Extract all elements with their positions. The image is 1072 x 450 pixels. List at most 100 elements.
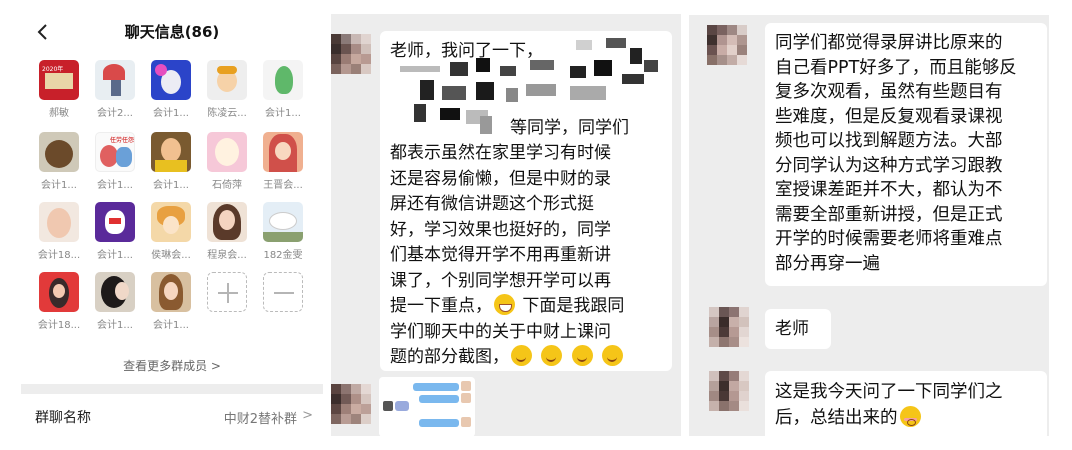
member-item[interactable]: 会计1... [31,132,87,192]
header-bar: 聊天信息(86) [21,12,323,52]
avatar-caption: 2020年 [42,66,64,73]
message-line-with-emoji: 题的部分截图， [390,345,662,371]
message-line: 开学的时候需要老师将重难点 [775,229,1003,249]
member-item[interactable]: 会计18... [31,272,87,332]
member-item[interactable]: 2020年 郝敏 [31,60,87,120]
member-item[interactable]: 182金雯 [255,202,311,262]
screenshot-collage: 聊天信息(86) 2020年 郝敏 会计2... 会计1... 陈凌云... 会… [0,0,1072,450]
message-line: 屏还有微信讲题这个形式挺 [390,194,594,214]
message-line: 些难度，但是反复观看录课视 [775,106,1003,127]
avatar [39,202,79,242]
member-item[interactable]: 程泉会... [199,202,255,262]
avatar: 2020年 [39,60,79,100]
blurred-avatar [707,25,747,65]
screenshot-image-thumbnail[interactable] [379,377,475,436]
group-name-label: 群聊名称 [35,410,91,426]
member-name: 会计18... [37,250,81,261]
avatar [151,202,191,242]
message-line: 分同学认为这种方式学习跟教 [775,155,1003,176]
avatar [95,60,135,100]
member-item[interactable]: 王晋会... [255,132,311,192]
member-item[interactable]: 会计1... [143,132,199,192]
member-name: 侯琳会... [151,250,191,261]
message-text: 下面是我跟同 [522,296,625,316]
message-line: 室授课差距并不大，都认为不 [775,180,1003,200]
message-line-with-emoji: 提一下重点， 下面是我跟同 [390,294,662,320]
message-line: 频也可以找到解题方法。大部 [775,131,1003,151]
message-line: 都表示虽然在家里学习有时候 [390,143,611,163]
avatar-caption: 任劳任怨 [110,137,135,144]
avatar: 任劳任怨 [95,132,135,172]
blurred-avatar [331,384,371,424]
member-item[interactable]: 石倚萍 [199,132,255,192]
member-item[interactable]: 陈凌云... [199,60,255,120]
blurred-avatar [709,371,749,411]
avatar [151,272,191,312]
message-line: 部分再穿一遍 [775,253,880,274]
member-name: 陈凌云... [207,108,247,119]
flushed-emoji-icon [899,406,921,427]
view-more-members-link[interactable]: 查看更多群成员 > [21,357,323,374]
member-name: 郝敏 [49,108,69,119]
message-bubble[interactable]: 这是我今天问了一下同学们之 后，总结出来的 [765,371,1047,436]
member-name: 会计1... [265,108,301,119]
member-name: 会计1... [153,180,189,191]
member-item[interactable]: 会计1... [87,202,143,262]
message-text: 提一下重点， [390,296,492,316]
summary-message-bubble[interactable]: 同学们都觉得录屏讲比原来的 自己看PPT好多了，而且能够反 复多次观看，虽然有些… [765,23,1047,286]
member-item[interactable]: 会计1... [87,272,143,332]
smile-emoji-icon [571,345,593,366]
group-name-value: 中财2替补群 [223,412,297,427]
avatar [39,272,79,312]
minus-icon [263,272,303,312]
avatar [263,202,303,242]
message-line: 这是我今天问了一下同学们之 [775,382,1003,402]
avatar [151,132,191,172]
smile-emoji-icon [511,345,532,366]
member-name: 会计1... [153,108,189,119]
member-item[interactable]: 会计1... [143,272,199,332]
member-name: 会计18... [37,320,81,331]
member-name: 石倚萍 [212,180,242,191]
member-name: 会计1... [41,180,77,191]
chat-panel-left: 老师，我问了一下， 等同学，同学们 都表示虽然在家里学习有时候 还是容易偷懒，但… [331,14,681,436]
message-text: 题的部分截图， [390,347,509,367]
message-line: 自己看PPT好多了，而且能够反 [775,57,1017,78]
plus-icon [207,272,247,312]
chevron-right-icon: > [302,408,313,423]
member-name: 会计2... [97,108,133,119]
member-item[interactable]: 会计18... [31,202,87,262]
avatar [95,202,135,242]
message-line: 需要全部重新讲授，但是正式 [775,204,1003,225]
group-info-panel: 聊天信息(86) 2020年 郝敏 会计2... 会计1... 陈凌云... 会… [21,12,323,436]
message-line: 课了，个别同学想开学可以再 [390,270,611,291]
smile-emoji-icon [541,345,563,366]
message-line: 同学们都觉得录屏讲比原来的 [775,33,1003,53]
member-item[interactable]: 侯琳会... [143,202,199,262]
blurred-avatar [331,34,371,74]
avatar [39,132,79,172]
message-line: 老师 [775,319,809,339]
member-item[interactable]: 会计1... [255,60,311,120]
avatar [151,60,191,100]
member-item[interactable]: 会计1... [143,60,199,120]
member-grid: 2020年 郝敏 会计2... 会计1... 陈凌云... 会计1... 会计1… [21,52,323,384]
chat-panel-right: 同学们都觉得录屏讲比原来的 自己看PPT好多了，而且能够反 复多次观看，虽然有些… [689,15,1049,436]
member-name: 会计1... [97,180,133,191]
member-name: 王晋会... [263,180,303,191]
message-line: 老师，我问了一下， [390,41,543,61]
message-bubble[interactable]: 老师 [765,309,831,349]
add-member-button[interactable] [199,272,255,332]
blurred-avatar [709,307,749,347]
message-line-with-emoji: 后，总结出来的 [775,405,1037,431]
member-item[interactable]: 会计2... [87,60,143,120]
member-item[interactable]: 任劳任怨 会计1... [87,132,143,192]
message-line: 还是容易偷懒，但是中财的录 [390,168,611,189]
message-line [390,90,662,116]
avatar [207,202,247,242]
message-bubble[interactable]: 老师，我问了一下， 等同学，同学们 都表示虽然在家里学习有时候 还是容易偷懒，但… [380,31,672,371]
remove-member-button[interactable] [255,272,311,332]
member-name: 182金雯 [263,250,303,261]
message-line: 等同学，同学们 [510,117,629,138]
group-name-row[interactable]: 群聊名称 中财2替补群 > [21,394,323,436]
